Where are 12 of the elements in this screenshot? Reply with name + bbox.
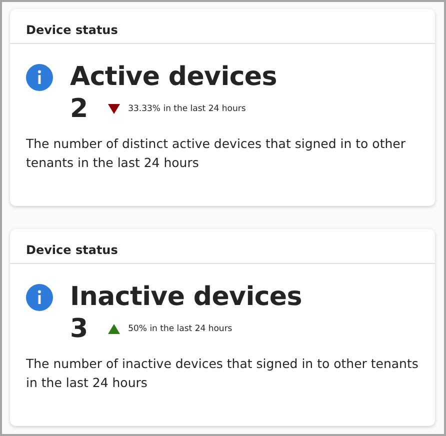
card-title: Inactive devices xyxy=(70,282,302,312)
card-header: Device status xyxy=(10,9,435,44)
device-count: 2 xyxy=(70,94,88,124)
card-description: The number of distinct active devices that signed in to other tenants in the last 24 hours xyxy=(26,135,406,172)
info-icon xyxy=(26,284,53,310)
change-text: 33.33% in the last 24 hours xyxy=(128,104,246,114)
card-header: Device status xyxy=(10,229,435,264)
card-title: Active devices xyxy=(70,62,277,92)
change-text: 50% in the last 24 hours xyxy=(128,324,232,334)
card-description: The number of inactive devices that signed in to other tenants in the last 24 hours xyxy=(26,355,419,392)
device-count: 3 xyxy=(70,314,88,344)
info-icon xyxy=(26,64,53,90)
